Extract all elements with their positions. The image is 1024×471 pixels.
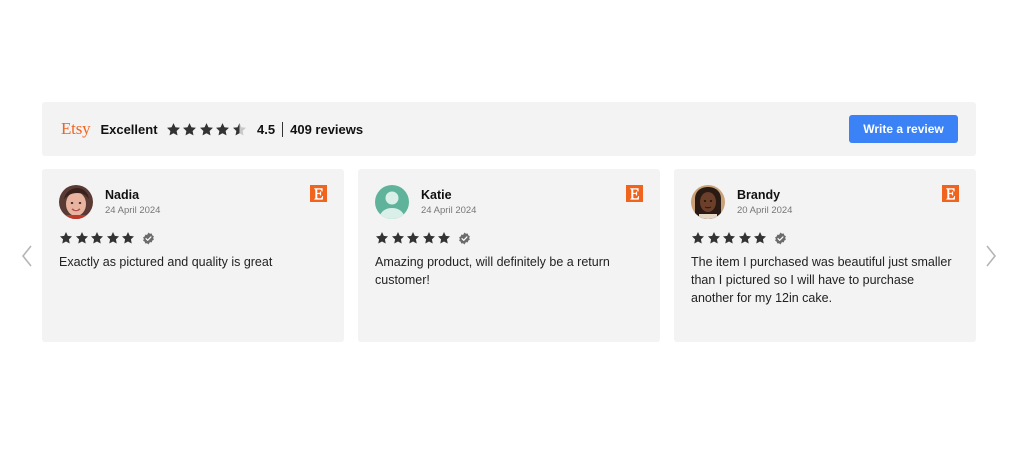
star-half-icon xyxy=(232,122,247,137)
verified-badge-icon xyxy=(458,232,471,245)
reviewer-name: Katie xyxy=(421,188,452,202)
verified-badge-icon xyxy=(774,232,787,245)
review-text: Exactly as pictured and quality is great xyxy=(59,255,273,269)
star-icon xyxy=(691,231,705,245)
star-icon xyxy=(406,231,420,245)
verified-badge-icon xyxy=(142,232,155,245)
summary-star-rating xyxy=(166,122,249,137)
review-star-rating xyxy=(59,231,327,245)
review-card: Brandy 20 April 2024 The item I purchase… xyxy=(674,169,976,342)
rating-score: 4.5 xyxy=(257,121,276,137)
review-text: Amazing product, will definitely be a re… xyxy=(375,255,610,287)
star-icon xyxy=(215,122,230,137)
star-icon xyxy=(59,231,73,245)
etsy-icon xyxy=(942,185,959,202)
star-icon xyxy=(391,231,405,245)
review-date: 20 April 2024 xyxy=(737,205,793,216)
reviews-summary-bar: Etsy Excellent 4.5 409 reviews Write a r… xyxy=(42,102,976,156)
avatar xyxy=(375,185,409,219)
review-card: Nadia 24 April 2024 Exactly as pictured … xyxy=(42,169,344,342)
star-icon xyxy=(375,231,389,245)
etsy-icon xyxy=(626,185,643,202)
star-icon xyxy=(75,231,89,245)
review-text: The item I purchased was beautiful just … xyxy=(691,255,952,305)
reviewer-name: Brandy xyxy=(737,188,781,202)
review-card: Katie 24 April 2024 Amazing product, wil… xyxy=(358,169,660,342)
star-icon xyxy=(166,122,181,137)
star-icon xyxy=(753,231,767,245)
star-icon xyxy=(106,231,120,245)
reviewer-name: Nadia xyxy=(105,188,140,202)
rating-word: Excellent xyxy=(100,121,158,137)
star-icon xyxy=(90,231,104,245)
carousel-prev-button[interactable] xyxy=(19,244,35,268)
chevron-right-icon xyxy=(986,245,997,267)
review-date: 24 April 2024 xyxy=(421,205,477,216)
avatar xyxy=(691,185,725,219)
write-review-button[interactable]: Write a review xyxy=(849,115,958,143)
star-icon xyxy=(422,231,436,245)
review-star-rating xyxy=(375,231,643,245)
carousel-next-button[interactable] xyxy=(983,244,999,268)
etsy-icon xyxy=(310,185,327,202)
review-date: 24 April 2024 xyxy=(105,205,161,216)
divider xyxy=(282,121,284,137)
star-icon xyxy=(707,231,721,245)
star-icon xyxy=(121,231,135,245)
chevron-left-icon xyxy=(21,245,32,267)
star-icon xyxy=(722,231,736,245)
review-count[interactable]: 409 reviews xyxy=(290,122,363,137)
star-icon xyxy=(437,231,451,245)
star-icon xyxy=(199,122,214,137)
star-icon xyxy=(182,122,197,137)
review-star-rating xyxy=(691,231,959,245)
avatar xyxy=(59,185,93,219)
etsy-logo: Etsy xyxy=(61,119,91,138)
star-icon xyxy=(738,231,752,245)
